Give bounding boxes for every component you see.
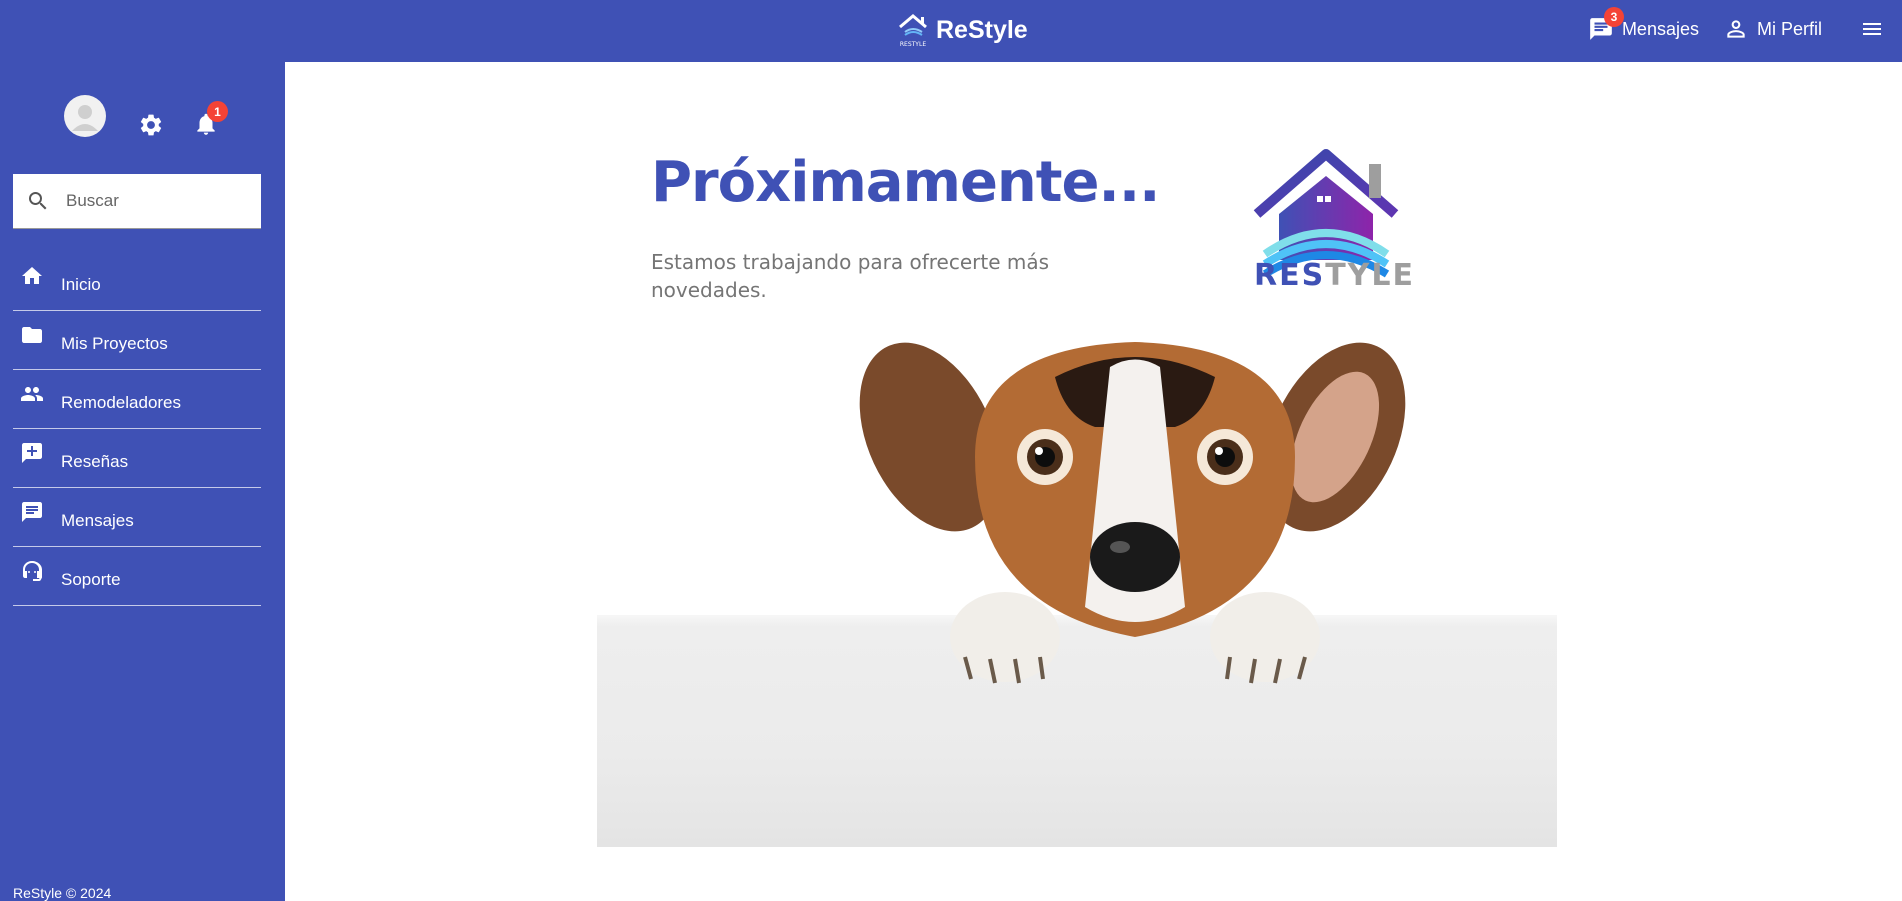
sidebar-item-label: Mis Proyectos — [61, 334, 168, 353]
menu-icon[interactable] — [1860, 17, 1884, 41]
user-placeholder-icon — [72, 105, 98, 131]
rate-review-icon — [22, 443, 42, 463]
main-content: Próximamente... Estamos trabajando para … — [285, 62, 1902, 901]
search-icon — [29, 192, 47, 210]
people-icon — [21, 387, 43, 401]
sidebar-item-label: Remodeladores — [61, 393, 182, 412]
sidebar-item-label: Reseñas — [61, 452, 129, 471]
logo-wordmark: RESTYLE — [1254, 258, 1415, 293]
home-icon — [22, 267, 42, 284]
svg-text:RESTYLE: RESTYLE — [900, 41, 926, 48]
sidebar-item-remodeladores[interactable]: Remodeladores — [13, 370, 261, 429]
sidebar-item-mis-proyectos[interactable]: Mis Proyectos — [13, 311, 261, 370]
search-input[interactable] — [66, 191, 246, 211]
gear-icon[interactable] — [138, 112, 164, 138]
sidebar: 1 Inicio Mis Proyectos Remodeladores Res… — [0, 62, 285, 901]
house-logo-icon: RESTYLE — [899, 14, 927, 48]
profile-label: Mi Perfil — [1756, 18, 1822, 39]
chat-icon — [22, 502, 42, 522]
sidebar-nav: Inicio Mis Proyectos Remodeladores Reseñ… — [13, 252, 261, 606]
support-agent-icon — [23, 561, 42, 581]
brand[interactable]: RESTYLE ReStyle — [896, 12, 1028, 48]
sidebar-item-label: Mensajes — [61, 511, 134, 530]
folder-icon — [22, 327, 42, 343]
sidebar-item-resenas[interactable]: Reseñas — [13, 429, 261, 488]
sidebar-item-mensajes[interactable]: Mensajes — [13, 488, 261, 547]
messages-button[interactable]: 3 Mensajes — [1588, 7, 1699, 42]
search-field[interactable] — [13, 174, 261, 229]
avatar[interactable] — [64, 95, 106, 137]
notifications-badge: 1 — [207, 101, 228, 122]
sidebar-item-label: Soporte — [61, 570, 121, 589]
sidebar-item-inicio[interactable]: Inicio — [13, 252, 261, 311]
messages-badge: 3 — [1603, 7, 1624, 27]
messages-label: Mensajes — [1621, 18, 1699, 39]
top-app-bar: RESTYLE ReStyle 3 Mensajes Mi Perfil — [0, 0, 1902, 62]
person-icon — [1727, 20, 1745, 38]
sidebar-item-soporte[interactable]: Soporte — [13, 547, 261, 606]
sidebar-item-label: Inicio — [61, 275, 101, 294]
dog-image — [859, 342, 1406, 684]
brand-name: ReStyle — [936, 15, 1028, 44]
page-title: Próximamente... — [651, 150, 1160, 215]
profile-button[interactable]: Mi Perfil — [1723, 16, 1822, 42]
page-subtitle: Estamos trabajando para ofrecerte más no… — [651, 250, 1050, 302]
sidebar-footer: ReStyle © 2024 — [13, 885, 112, 901]
